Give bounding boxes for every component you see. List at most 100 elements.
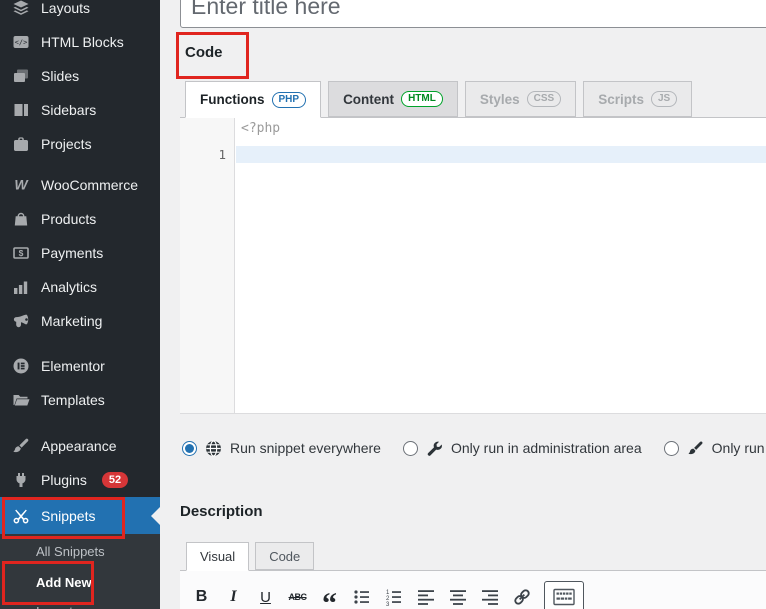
underline-button[interactable]: U [252, 583, 279, 609]
sidebar-item-html-blocks[interactable]: </> HTML Blocks [0, 25, 160, 59]
code-editor[interactable]: 1 <?php [180, 118, 766, 414]
briefcase-icon [12, 135, 30, 153]
sidebar-item-projects[interactable]: Projects [0, 127, 160, 161]
numbered-list-icon: 123 [384, 587, 404, 607]
sidebar-item-templates[interactable]: Templates [0, 383, 160, 417]
align-right-icon [480, 587, 500, 607]
strikethrough-button[interactable]: ABC [284, 583, 311, 609]
elementor-icon [12, 357, 30, 375]
sidebar-item-sidebars[interactable]: Sidebars [0, 93, 160, 127]
submenu-item-all-snippets[interactable]: All Snippets [0, 538, 160, 564]
insert-link-button[interactable] [508, 583, 535, 609]
description-editor-container: B I U ABC “ 123 [180, 570, 766, 609]
scope-option-label: Run snippet everywhere [230, 440, 381, 456]
formatting-toolbar: B I U ABC “ 123 [180, 571, 766, 609]
sidebar-item-woocommerce[interactable]: W WooCommerce [0, 168, 160, 202]
menu-separator [0, 338, 160, 349]
sidebar-item-payments[interactable]: $ Payments [0, 236, 160, 270]
admin-sidebar: Layouts </> HTML Blocks Slides Sidebars … [0, 0, 160, 609]
css-badge: CSS [527, 91, 562, 107]
radio-selected[interactable] [182, 441, 197, 456]
sidebar-item-label: Appearance [41, 438, 117, 454]
svg-text:$: $ [19, 248, 24, 258]
align-left-button[interactable] [412, 583, 439, 609]
sidebar-item-label: Marketing [41, 313, 102, 329]
woocommerce-icon: W [12, 176, 30, 194]
tab-content-html[interactable]: Content HTML [328, 81, 458, 117]
sidebar-item-slides[interactable]: Slides [0, 59, 160, 93]
sidebar-item-label: Templates [41, 392, 105, 408]
scope-option-label: Only run on site [712, 440, 766, 456]
sidebars-icon [12, 101, 30, 119]
scope-option-label: Only run in administration area [451, 440, 642, 456]
js-badge: JS [651, 91, 677, 107]
toolbar-toggle-button[interactable] [544, 581, 584, 609]
align-center-icon [448, 587, 468, 607]
active-menu-arrow [151, 507, 160, 525]
snippet-title-input[interactable] [180, 0, 766, 28]
align-right-button[interactable] [476, 583, 503, 609]
tab-styles-css[interactable]: Styles CSS [465, 81, 576, 117]
bold-button[interactable]: B [188, 583, 215, 609]
sidebar-item-products[interactable]: Products [0, 202, 160, 236]
megaphone-icon [12, 312, 30, 330]
html-code-icon: </> [12, 33, 30, 51]
paintbrush-icon [687, 440, 704, 457]
sidebar-item-label: Layouts [41, 0, 90, 16]
code-section-heading: Code [185, 44, 223, 61]
toolbar-toggle-icon [552, 587, 576, 607]
payments-icon: $ [12, 244, 30, 262]
tab-label: Code [269, 549, 300, 564]
scope-option-everywhere[interactable]: Run snippet everywhere [182, 440, 381, 457]
sidebar-item-layouts[interactable]: Layouts [0, 0, 160, 25]
scope-option-admin-area[interactable]: Only run in administration area [403, 440, 642, 457]
submenu-item-add-new[interactable]: Add New [0, 564, 160, 600]
description-section-heading: Description [180, 503, 263, 520]
svg-text:</>: </> [15, 39, 28, 47]
bulleted-list-button[interactable] [348, 583, 375, 609]
slides-icon [12, 67, 30, 85]
sidebar-item-plugins[interactable]: Plugins 52 [0, 463, 160, 497]
php-badge: PHP [272, 92, 307, 108]
menu-separator [0, 417, 160, 429]
code-editor-tabbar: Functions PHP Content HTML Styles CSS Sc… [180, 80, 766, 118]
blockquote-button[interactable]: “ [316, 576, 343, 609]
submenu-item-label: Add New [36, 575, 92, 590]
radio-unselected[interactable] [664, 441, 679, 456]
globe-icon [205, 440, 222, 457]
sidebar-item-snippets[interactable]: Snippets [0, 497, 160, 534]
sidebar-item-appearance[interactable]: Appearance [0, 429, 160, 463]
tab-visual[interactable]: Visual [186, 542, 249, 571]
submenu-item-label: Import [36, 604, 73, 609]
tab-scripts-js[interactable]: Scripts JS [583, 81, 692, 117]
radio-unselected[interactable] [403, 441, 418, 456]
numbered-list-button[interactable]: 123 [380, 583, 407, 609]
sidebar-item-label: HTML Blocks [41, 34, 124, 50]
tab-functions-php[interactable]: Functions PHP [185, 81, 321, 118]
wordpress-admin-page: Layouts </> HTML Blocks Slides Sidebars … [0, 0, 766, 609]
tab-label: Content [343, 92, 394, 107]
submenu-item-label: All Snippets [36, 544, 105, 559]
shopping-bag-icon [12, 210, 30, 228]
sidebar-item-marketing[interactable]: Marketing [0, 304, 160, 338]
tab-code[interactable]: Code [255, 542, 314, 570]
php-open-tag-text: <?php [241, 121, 280, 136]
editor-line-number: 1 [180, 146, 226, 163]
description-editor-tabs: Visual Code [186, 542, 314, 570]
italic-button[interactable]: I [220, 583, 247, 609]
sidebar-item-label: Products [41, 211, 96, 227]
scope-option-site-front-end[interactable]: Only run on site [664, 440, 766, 457]
submenu-item-import[interactable]: Import [0, 600, 160, 609]
sidebar-item-analytics[interactable]: Analytics [0, 270, 160, 304]
sidebar-item-elementor[interactable]: Elementor [0, 349, 160, 383]
html-badge: HTML [401, 91, 443, 107]
tab-label: Scripts [598, 92, 644, 107]
editor-active-line-highlight [236, 146, 766, 163]
svg-text:3: 3 [386, 602, 390, 607]
align-left-icon [416, 587, 436, 607]
sidebar-item-label: Snippets [41, 508, 95, 524]
scissors-icon [12, 507, 30, 525]
tab-label: Styles [480, 92, 520, 107]
sidebar-item-label: WooCommerce [41, 177, 138, 193]
align-center-button[interactable] [444, 583, 471, 609]
